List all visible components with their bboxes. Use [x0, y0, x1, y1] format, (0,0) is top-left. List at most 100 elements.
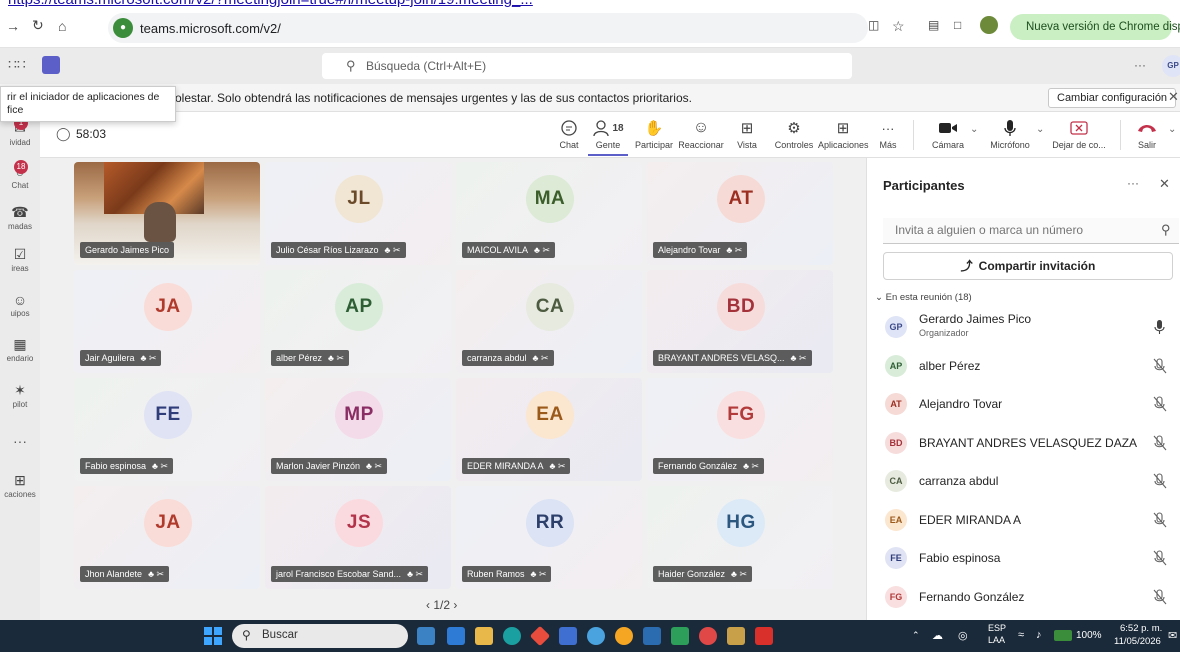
apps-button[interactable]: ⊞ Aplicaciones — [818, 118, 869, 150]
rail-calendar[interactable]: ▦ endario — [0, 336, 40, 363]
app-icon[interactable] — [559, 627, 577, 645]
reload-icon[interactable]: ↻ — [32, 17, 44, 34]
mic-icon[interactable] — [1153, 319, 1167, 335]
language-indicator[interactable]: ESP — [988, 623, 1006, 633]
battery-icon[interactable] — [1054, 630, 1072, 641]
more-options-icon[interactable]: ··· — [1134, 58, 1146, 72]
mic-button[interactable]: Micrófono — [984, 118, 1036, 150]
participant-tile[interactable]: BD BRAYANT ANDRES VELASQ... ♣ ✂ — [647, 270, 833, 373]
reading-list-icon[interactable]: ▤ — [928, 18, 939, 32]
participant-tile[interactable]: Gerardo Jaimes Pico — [74, 162, 260, 265]
address-bar[interactable]: ● teams.microsoft.com/v2/ — [108, 13, 868, 43]
chat-button[interactable]: Chat — [555, 118, 583, 150]
participant-tile[interactable]: HG Haider González ♣ ✂ — [647, 486, 833, 589]
rail-calls[interactable]: ☎ madas — [0, 204, 40, 231]
cloud-icon[interactable]: ☁ — [932, 629, 943, 642]
mic-muted-icon[interactable] — [1153, 357, 1167, 374]
stop-sharing-button[interactable]: Dejar de co... — [1048, 118, 1110, 150]
participant-row[interactable]: AT Alejandro Tovar — [867, 386, 1180, 424]
app-icon[interactable] — [727, 627, 745, 645]
page-navigator[interactable]: ‹ 1/2 › — [426, 598, 457, 612]
pdf-icon[interactable] — [755, 627, 773, 645]
chevron-up-icon[interactable]: ⌃ — [912, 630, 920, 641]
app-icon[interactable] — [671, 627, 689, 645]
participant-tile[interactable]: CA carranza abdul ♣ ✂ — [456, 270, 642, 373]
app-icon[interactable] — [587, 627, 605, 645]
profile-avatar-icon[interactable] — [980, 16, 998, 34]
participant-row[interactable]: EA EDER MIRANDA A — [867, 502, 1180, 540]
mic-muted-icon[interactable] — [1153, 434, 1167, 451]
close-icon[interactable]: ✕ — [1168, 89, 1179, 105]
rail-apps[interactable]: ⊞ caciones — [0, 472, 40, 499]
folder-icon[interactable] — [475, 627, 493, 645]
more-button[interactable]: ··· Más — [876, 118, 900, 151]
participant-tile[interactable]: EA EDER MIRANDA A ♣ ✂ — [456, 378, 642, 481]
chevron-down-icon[interactable]: ⌄ — [1168, 124, 1176, 135]
app-icon[interactable] — [529, 625, 551, 647]
mic-muted-icon[interactable] — [1153, 473, 1167, 489]
notification-icon[interactable]: ✉ — [1168, 629, 1177, 642]
rail-activity[interactable]: ✉ 1 ividad — [0, 116, 40, 147]
participant-row[interactable]: GP Gerardo Jaimes Pico Organizador — [867, 309, 1180, 347]
rail-more[interactable]: ··· — [0, 432, 40, 449]
edge-icon[interactable] — [503, 627, 521, 645]
volume-icon[interactable]: ♪ — [1036, 629, 1042, 641]
chevron-down-icon[interactable]: ⌄ — [1036, 124, 1044, 135]
clock-date[interactable]: 11/05/2026 — [1114, 636, 1161, 647]
change-settings-button[interactable]: Cambiar configuración — [1048, 88, 1177, 108]
back-icon[interactable]: → — [6, 18, 20, 34]
app-icon[interactable] — [417, 627, 435, 645]
chevron-down-icon[interactable]: ⌄ — [970, 124, 978, 135]
rail-teams[interactable]: ☺ uipos — [0, 292, 40, 318]
rail-copilot[interactable]: ✶ pilot — [0, 382, 40, 409]
participant-tile[interactable]: FG Fernando González ♣ ✂ — [647, 378, 833, 481]
view-button[interactable]: ⊞ Vista — [732, 118, 762, 150]
extensions-icon[interactable]: □ — [954, 18, 961, 32]
mic-muted-icon[interactable] — [1153, 588, 1167, 605]
share-invitation-button[interactable]: ⤴ Compartir invitación — [883, 252, 1173, 280]
clock-time[interactable]: 6:52 p. m. — [1120, 623, 1162, 634]
participant-tile[interactable]: JA Jhon Alandete ♣ ✂ — [74, 486, 260, 589]
address-url[interactable]: teams.microsoft.com/v2/ — [140, 21, 281, 36]
participant-tile[interactable]: AT Alejandro Tovar ♣ ✂ — [647, 162, 833, 265]
bookmark-star-icon[interactable]: ☆ — [892, 18, 905, 35]
participant-row[interactable]: FE Fabio espinosa — [867, 540, 1180, 578]
user-avatar[interactable]: GP — [1162, 55, 1180, 77]
app-icon[interactable] — [447, 627, 465, 645]
more-options-icon[interactable]: ··· — [1127, 176, 1139, 190]
participant-tile[interactable]: JA Jair Aguilera ♣ ✂ — [74, 270, 260, 373]
search-box[interactable]: ⚲ Búsqueda (Ctrl+Alt+E) — [322, 53, 852, 79]
leave-button[interactable]: Salir — [1130, 118, 1164, 150]
rail-chat[interactable]: ○ 18 Chat — [0, 160, 40, 190]
participant-tile[interactable]: FE Fabio espinosa ♣ ✂ — [74, 378, 260, 481]
react-button[interactable]: ☺ Reaccionar — [678, 118, 724, 150]
app-icon[interactable] — [699, 627, 717, 645]
people-button[interactable]: 18 Gente — [588, 118, 628, 156]
in-meeting-section[interactable]: ⌄ En esta reunión (18) — [875, 292, 972, 303]
participant-tile[interactable]: AP alber Pérez ♣ ✂ — [265, 270, 451, 373]
mic-muted-icon[interactable] — [1153, 396, 1167, 412]
app-icon[interactable] — [643, 627, 661, 645]
participant-tile[interactable]: MA MAICOL AVILA ♣ ✂ — [456, 162, 642, 265]
windows-start-icon[interactable] — [204, 627, 222, 645]
raise-hand-button[interactable]: ✋ Participar — [634, 118, 674, 150]
top-link[interactable]: https://teams.microsoft.com/v2/?meetingj… — [8, 0, 533, 8]
wifi-icon[interactable]: ≈ — [1018, 629, 1024, 641]
participant-tile[interactable]: JS jarol Francisco Escobar Sand... ♣ ✂ — [265, 486, 451, 589]
taskbar-search[interactable]: ⚲ Buscar — [232, 624, 408, 648]
mic-muted-icon[interactable] — [1153, 550, 1167, 566]
chrome-icon[interactable] — [615, 627, 633, 645]
invite-field[interactable]: ⚲ — [883, 218, 1179, 244]
invite-input[interactable] — [883, 218, 1153, 242]
participant-row[interactable]: FG Fernando González — [867, 579, 1180, 617]
participant-tile[interactable]: MP Marlon Javier Pinzón ♣ ✂ — [265, 378, 451, 481]
camera-button[interactable]: Cámara — [926, 118, 970, 150]
rail-tasks[interactable]: ☑ ireas — [0, 246, 40, 273]
participant-row[interactable]: BD BRAYANT ANDRES VELASQUEZ DAZA — [867, 425, 1180, 463]
mic-muted-icon[interactable] — [1153, 511, 1167, 528]
mic-tray-icon[interactable]: ◎ — [958, 629, 968, 642]
close-icon[interactable]: ✕ — [1159, 176, 1170, 192]
chrome-update-button[interactable]: Nueva versión de Chrome disponible — [1010, 14, 1180, 40]
install-icon[interactable]: ◫ — [868, 18, 879, 32]
app-launcher-icon[interactable]: ∷∷ — [8, 56, 26, 73]
